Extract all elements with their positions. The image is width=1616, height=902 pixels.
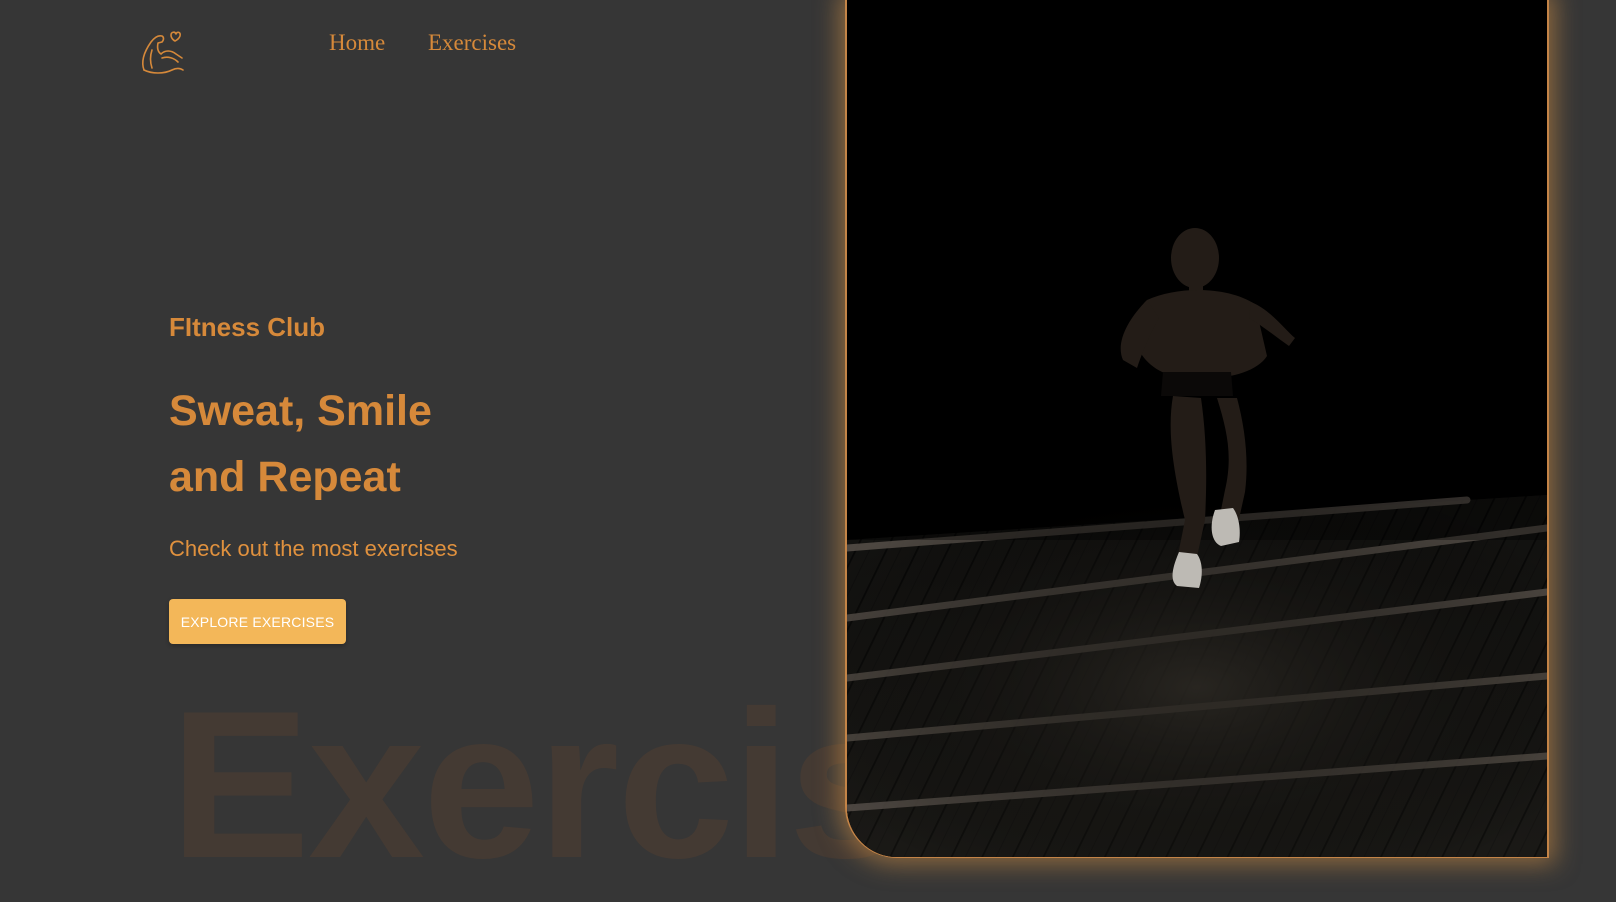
athlete-running-up-steps-icon [847,0,1547,857]
hero-subtext: Check out the most exercises [169,536,458,561]
explore-exercises-button[interactable]: EXPLORE EXERCISES [169,599,346,644]
top-navigation: Home Exercises [0,0,800,90]
hero-image [847,0,1547,857]
hero-headline-line1: Sweat, Smile [169,387,432,435]
nav-link-exercises[interactable]: Exercises [428,28,516,58]
hero-kicker: FItness Club [169,312,326,342]
hero-headline: Sweat, Smile and Repeat [169,378,729,510]
hero-headline-line2: and Repeat [169,453,401,501]
logo-icon[interactable] [138,28,188,76]
nav-link-home[interactable]: Home [329,28,385,58]
